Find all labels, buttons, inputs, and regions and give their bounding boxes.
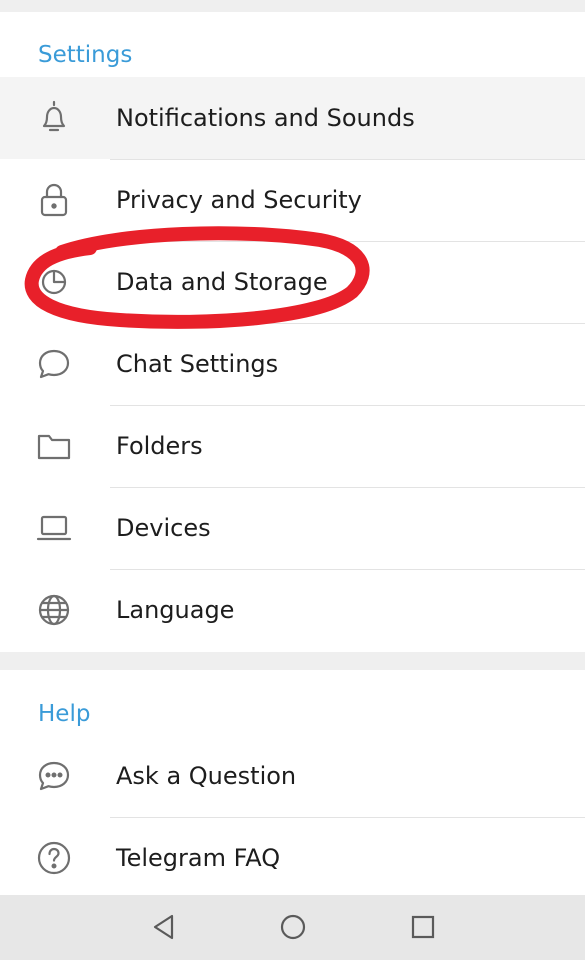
settings-item-label: Data and Storage bbox=[116, 268, 328, 296]
settings-item-label: Folders bbox=[116, 432, 203, 460]
settings-item-label: Devices bbox=[116, 514, 211, 542]
home-circle-icon[interactable] bbox=[275, 909, 311, 945]
help-item-telegram-faq[interactable]: Telegram FAQ bbox=[0, 817, 585, 899]
settings-item-notifications[interactable]: Notifications and Sounds bbox=[0, 77, 585, 159]
top-divider-gap bbox=[0, 0, 585, 12]
help-item-label: Ask a Question bbox=[116, 762, 297, 790]
settings-item-folders[interactable]: Folders bbox=[0, 405, 585, 487]
section-separator bbox=[0, 652, 585, 670]
lock-icon bbox=[32, 178, 76, 222]
settings-item-label: Privacy and Security bbox=[116, 186, 362, 214]
android-nav-bar bbox=[0, 895, 585, 960]
settings-item-privacy[interactable]: Privacy and Security bbox=[0, 159, 585, 241]
settings-item-label: Chat Settings bbox=[116, 350, 279, 378]
chat-dots-icon bbox=[32, 754, 76, 798]
recents-square-icon[interactable] bbox=[405, 909, 441, 945]
settings-screen: Settings Notifications and Sounds Privac… bbox=[0, 0, 585, 960]
settings-item-devices[interactable]: Devices bbox=[0, 487, 585, 569]
pie-chart-icon bbox=[32, 260, 76, 304]
chat-bubble-icon bbox=[32, 342, 76, 386]
back-triangle-icon[interactable] bbox=[146, 909, 182, 945]
settings-item-chat[interactable]: Chat Settings bbox=[0, 323, 585, 405]
bell-icon bbox=[32, 96, 76, 140]
settings-item-data-storage[interactable]: Data and Storage bbox=[0, 241, 585, 323]
laptop-icon bbox=[32, 506, 76, 550]
help-section-header: Help bbox=[38, 701, 91, 727]
settings-section-header: Settings bbox=[38, 42, 133, 68]
help-item-ask-question[interactable]: Ask a Question bbox=[0, 735, 585, 817]
settings-item-label: Language bbox=[116, 596, 235, 624]
settings-item-language[interactable]: Language bbox=[0, 569, 585, 651]
globe-icon bbox=[32, 588, 76, 632]
question-circle-icon bbox=[32, 836, 76, 880]
settings-item-label: Notifications and Sounds bbox=[116, 104, 415, 132]
folder-icon bbox=[32, 424, 76, 468]
help-item-label: Telegram FAQ bbox=[116, 844, 281, 872]
